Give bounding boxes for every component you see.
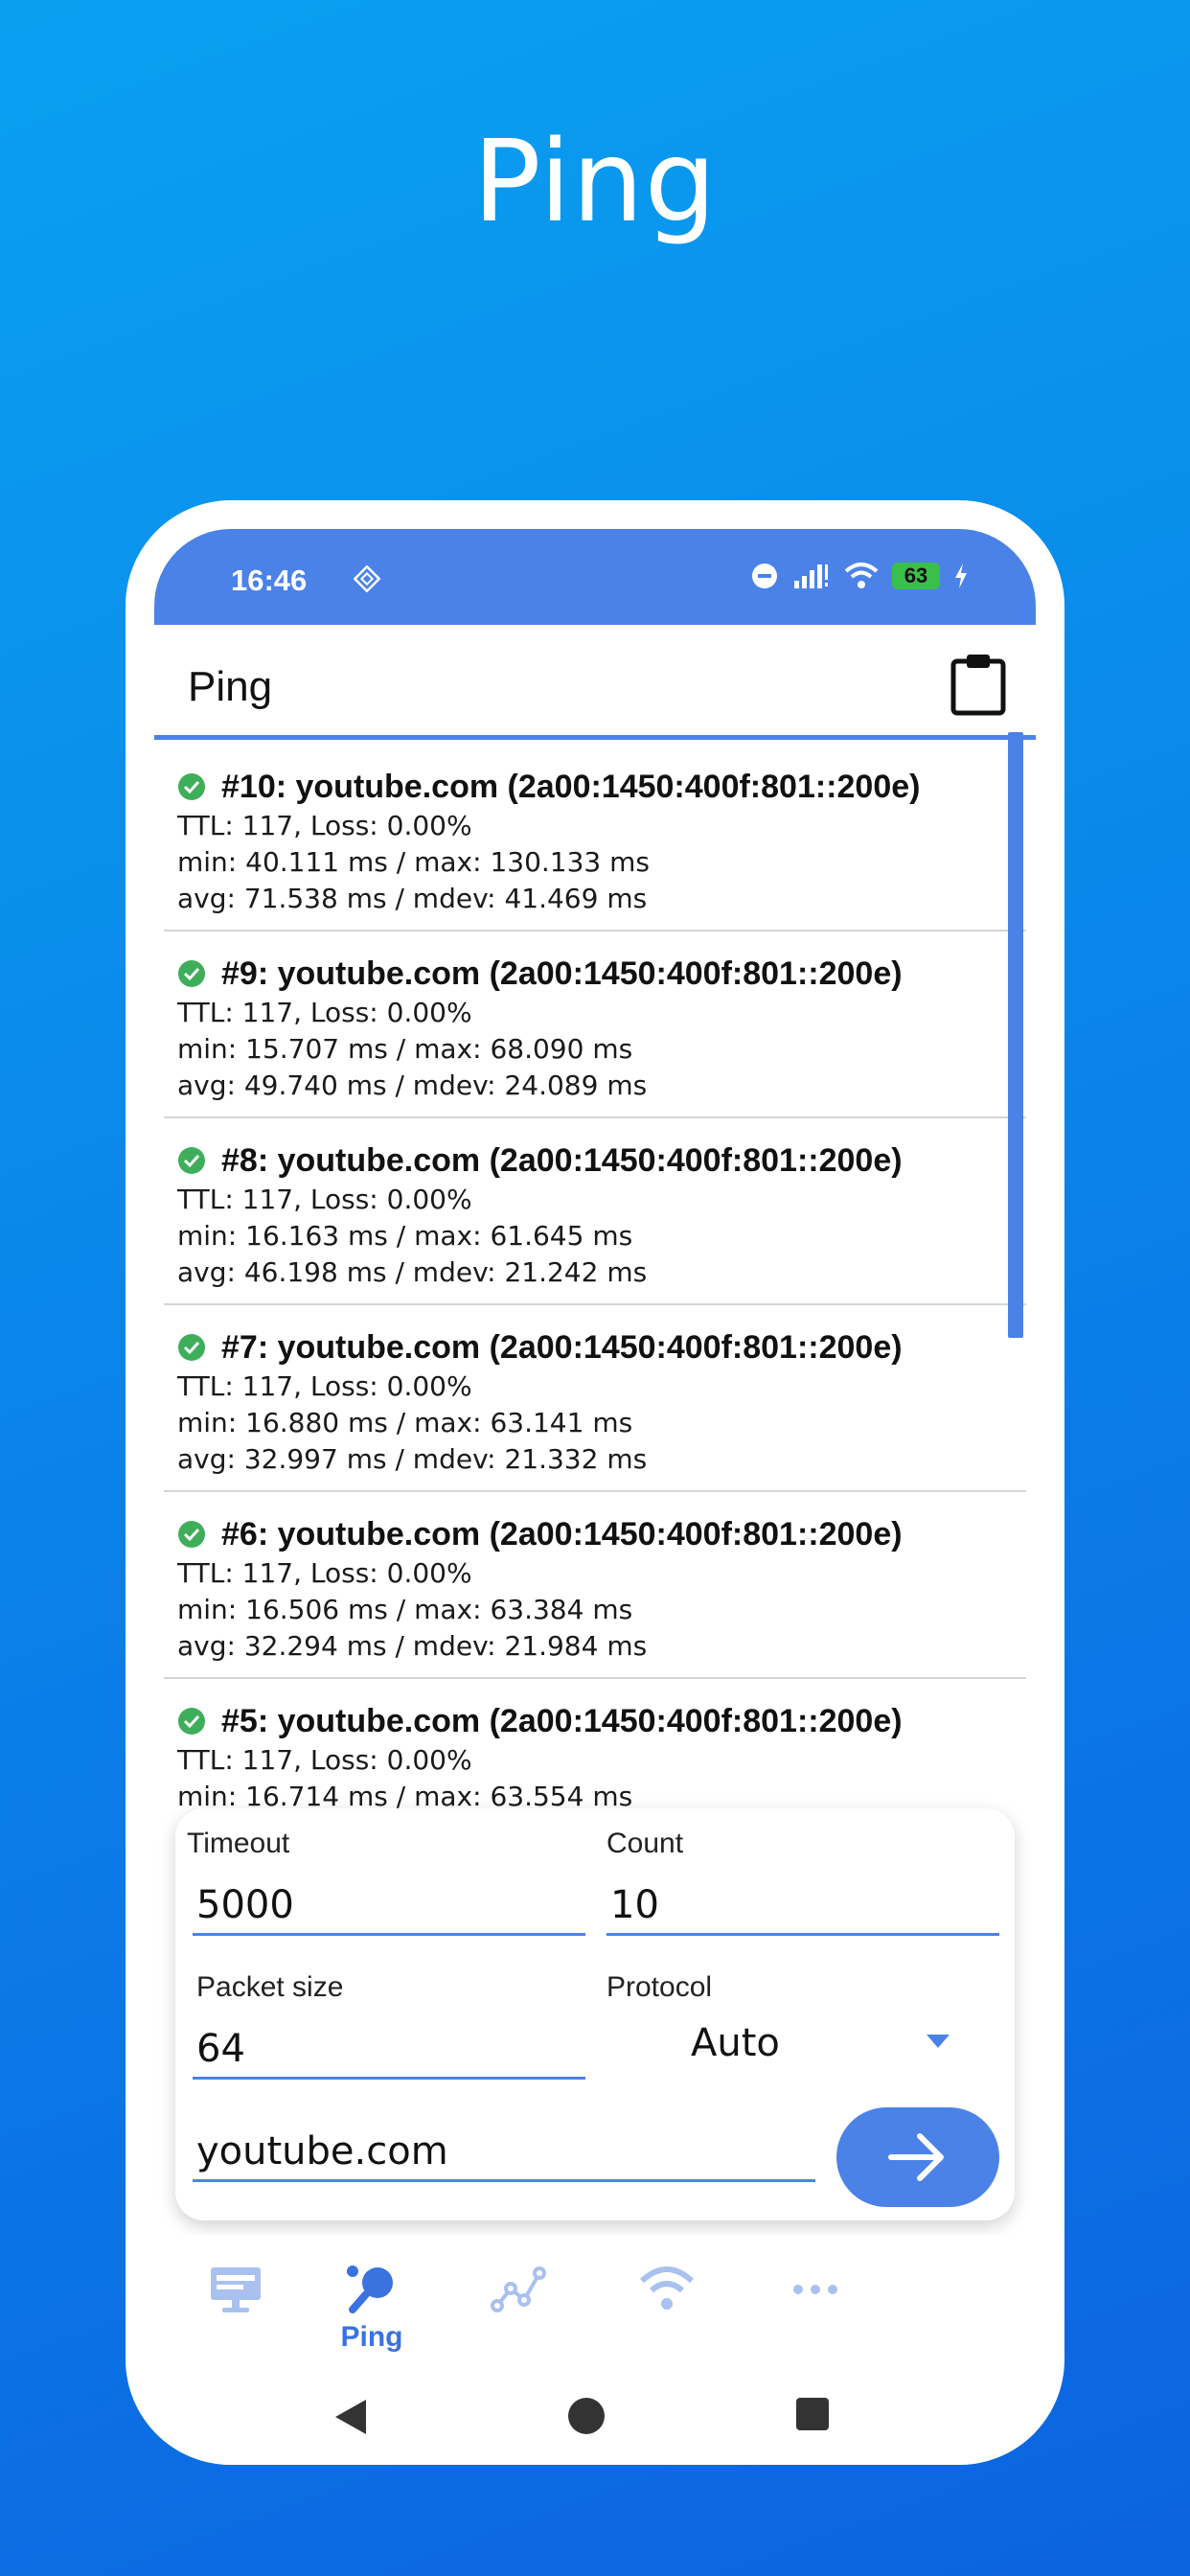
item-ttl-loss: TTL: 117, Loss: 0.00% xyxy=(177,1744,472,1776)
status-time: 16:46 xyxy=(231,564,308,597)
start-ping-button[interactable] xyxy=(836,2107,999,2207)
item-ttl-loss: TTL: 117, Loss: 0.00% xyxy=(177,1557,472,1589)
system-navigation-bar xyxy=(154,2379,1036,2465)
nav-item-ping[interactable]: Ping xyxy=(309,2235,434,2379)
monitor-icon xyxy=(211,2267,261,2312)
list-item[interactable]: #10: youtube.com (2a00:1450:400f:801::20… xyxy=(164,745,1026,932)
item-avg-mdev: avg: 32.997 ms / mdev: 21.332 ms xyxy=(177,1443,648,1475)
recents-icon[interactable] xyxy=(794,2396,831,2432)
app-header: Ping xyxy=(154,625,1036,740)
item-ttl-loss: TTL: 117, Loss: 0.00% xyxy=(177,997,472,1028)
status-bar: 16:46 63 xyxy=(154,529,1036,625)
item-min-max: min: 16.163 ms / max: 61.645 ms xyxy=(177,1220,633,1252)
list-item[interactable]: #8: youtube.com (2a00:1450:400f:801::200… xyxy=(164,1118,1026,1305)
nav-item-more[interactable] xyxy=(753,2235,878,2379)
list-scrollbar[interactable] xyxy=(1008,732,1023,1338)
chevron-down-icon xyxy=(927,2035,950,2048)
item-title: #7: youtube.com (2a00:1450:400f:801::200… xyxy=(221,1328,903,1366)
item-title: #8: youtube.com (2a00:1450:400f:801::200… xyxy=(221,1141,903,1179)
phone-frame: 16:46 63 Ping #10: youtube.com (2a00:145… xyxy=(126,500,1064,2465)
bottom-navigation: Ping xyxy=(154,2235,1036,2379)
route-graph-icon xyxy=(491,2266,546,2312)
protocol-select[interactable]: Auto xyxy=(691,2017,950,2075)
item-title: #5: youtube.com (2a00:1450:400f:801::200… xyxy=(221,1702,903,1739)
list-item[interactable]: #6: youtube.com (2a00:1450:400f:801::200… xyxy=(164,1492,1026,1679)
ping-results-list[interactable]: #10: youtube.com (2a00:1450:400f:801::20… xyxy=(164,745,1026,1808)
packet-size-label: Packet size xyxy=(196,1971,344,2003)
promo-title: Ping xyxy=(472,115,718,247)
status-icons: 63 xyxy=(750,562,969,590)
check-circle-icon xyxy=(178,1334,205,1361)
item-title: #10: youtube.com (2a00:1450:400f:801::20… xyxy=(221,768,921,805)
item-min-max: min: 15.707 ms / max: 68.090 ms xyxy=(177,1033,633,1065)
check-circle-icon xyxy=(178,1521,205,1548)
check-circle-icon xyxy=(178,773,205,800)
item-avg-mdev: avg: 32.294 ms / mdev: 21.984 ms xyxy=(177,1630,648,1662)
do-not-disturb-icon xyxy=(752,564,777,588)
timeout-label: Timeout xyxy=(187,1828,290,1859)
charging-icon xyxy=(955,564,967,588)
list-item[interactable]: #7: youtube.com (2a00:1450:400f:801::200… xyxy=(164,1305,1026,1492)
battery-indicator: 63 xyxy=(892,563,940,589)
timeout-input[interactable] xyxy=(193,1883,585,1936)
nav-item-wifi[interactable] xyxy=(605,2235,729,2379)
back-icon[interactable] xyxy=(332,2396,370,2438)
ping-settings-card: Timeout Count Packet size Protocol Auto xyxy=(175,1808,1015,2220)
item-min-max: min: 16.880 ms / max: 63.141 ms xyxy=(177,1407,633,1438)
protocol-value: Auto xyxy=(691,2021,780,2065)
count-input[interactable] xyxy=(606,1883,999,1936)
item-title: #9: youtube.com (2a00:1450:400f:801::200… xyxy=(221,954,903,992)
list-item[interactable]: #5: youtube.com (2a00:1450:400f:801::200… xyxy=(164,1679,1026,1809)
home-icon[interactable] xyxy=(566,2396,606,2436)
item-title: #6: youtube.com (2a00:1450:400f:801::200… xyxy=(221,1515,903,1552)
nav-item-traceroute[interactable] xyxy=(456,2235,581,2379)
clipboard-icon[interactable] xyxy=(950,652,1007,717)
page-title: Ping xyxy=(188,663,273,710)
item-avg-mdev: avg: 71.538 ms / mdev: 41.469 ms xyxy=(177,883,648,914)
wifi-icon xyxy=(639,2266,695,2310)
check-circle-icon xyxy=(178,1147,205,1174)
item-ttl-loss: TTL: 117, Loss: 0.00% xyxy=(177,810,472,841)
list-item[interactable]: #9: youtube.com (2a00:1450:400f:801::200… xyxy=(164,932,1026,1118)
item-min-max: min: 16.714 ms / max: 63.554 ms xyxy=(177,1781,633,1808)
check-circle-icon xyxy=(178,1708,205,1735)
host-input[interactable] xyxy=(193,2129,815,2182)
nav-item-network-info[interactable] xyxy=(173,2235,298,2379)
item-ttl-loss: TTL: 117, Loss: 0.00% xyxy=(177,1184,472,1215)
ping-pong-icon xyxy=(347,2266,393,2313)
item-avg-mdev: avg: 49.740 ms / mdev: 24.089 ms xyxy=(177,1070,648,1101)
item-min-max: min: 16.506 ms / max: 63.384 ms xyxy=(177,1594,633,1625)
check-circle-icon xyxy=(178,960,205,987)
signal-icon xyxy=(794,564,828,588)
item-min-max: min: 40.111 ms / max: 130.133 ms xyxy=(177,846,650,878)
item-avg-mdev: avg: 46.198 ms / mdev: 21.242 ms xyxy=(177,1256,648,1288)
diamond-icon xyxy=(354,565,380,592)
protocol-label: Protocol xyxy=(606,1971,713,2003)
arrow-right-icon xyxy=(888,2133,944,2181)
item-ttl-loss: TTL: 117, Loss: 0.00% xyxy=(177,1370,472,1402)
count-label: Count xyxy=(606,1828,684,1859)
wifi-icon xyxy=(844,563,879,588)
nav-label-ping: Ping xyxy=(340,2321,403,2353)
packet-size-input[interactable] xyxy=(193,2027,585,2080)
more-horizontal-icon xyxy=(793,2285,837,2294)
